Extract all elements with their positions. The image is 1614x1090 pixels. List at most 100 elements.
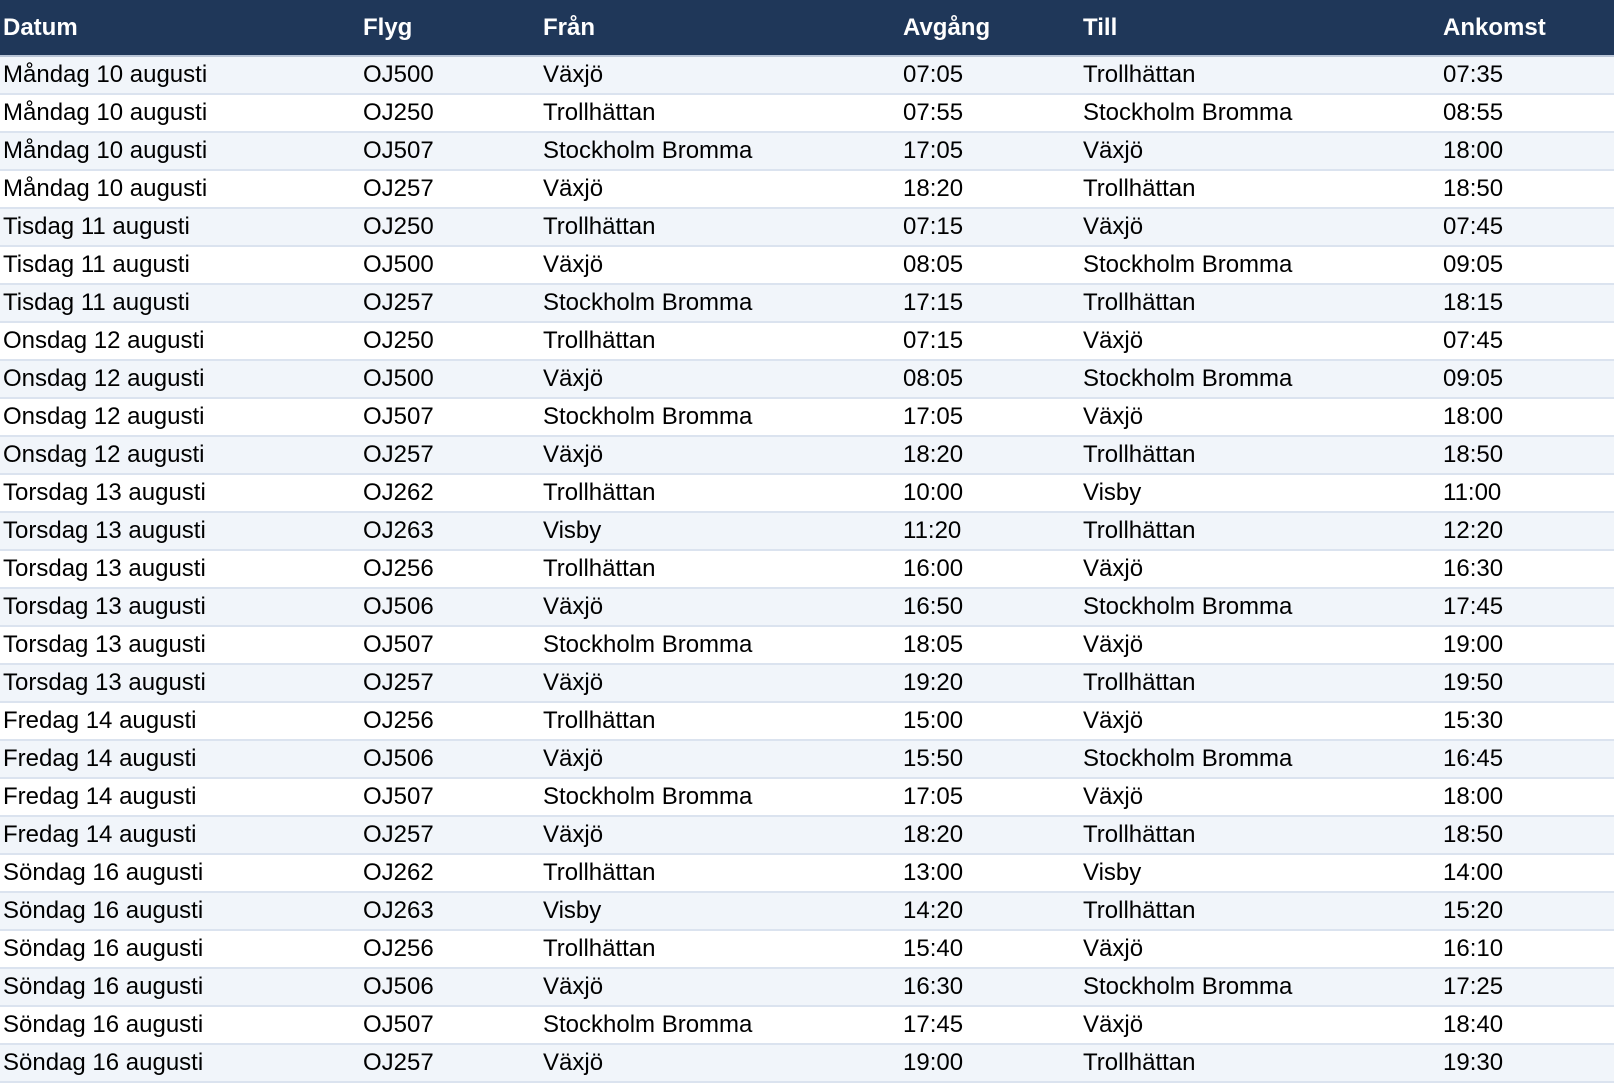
departure-time-cell[interactable]: 19:00	[900, 1044, 1080, 1083]
flight-number-cell[interactable]: OJ256	[360, 930, 540, 969]
table-row[interactable]: Söndag 16 augusti OJ507 Stockholm Bromma 17…	[0, 1006, 1614, 1045]
arrival-time-cell[interactable]: 17:45	[1440, 588, 1614, 627]
table-row[interactable]: Söndag 16 augusti OJ263 Visby 14:20 Trollhät…	[0, 892, 1614, 931]
departure-time-cell[interactable]: 17:05	[900, 398, 1080, 437]
arrival-time-cell[interactable]: 18:15	[1440, 284, 1614, 323]
date-cell[interactable]: Söndag 16 augusti	[0, 854, 360, 893]
table-row[interactable]: Torsdag 13 augusti OJ262 Trollhättan 10:00 V…	[0, 474, 1614, 513]
date-cell[interactable]: Fredag 14 augusti	[0, 816, 360, 855]
flight-number-cell[interactable]: OJ256	[360, 702, 540, 741]
date-cell[interactable]: Måndag 10 augusti	[0, 170, 360, 209]
departure-time-cell[interactable]: 08:05	[900, 360, 1080, 399]
flight-number-cell[interactable]: OJ257	[360, 816, 540, 855]
date-cell[interactable]: Torsdag 13 augusti	[0, 664, 360, 703]
arrival-time-cell[interactable]: 18:00	[1440, 132, 1614, 171]
destination-cell[interactable]: Visby	[1080, 474, 1440, 513]
destination-cell[interactable]: Växjö	[1080, 132, 1440, 171]
departure-time-cell[interactable]: 07:15	[900, 322, 1080, 361]
destination-cell[interactable]: Stockholm Bromma	[1080, 740, 1440, 779]
date-cell[interactable]: Måndag 10 augusti	[0, 132, 360, 171]
table-row[interactable]: Torsdag 13 augusti OJ256 Trollhättan 16:00 V…	[0, 550, 1614, 589]
departure-time-cell[interactable]: 07:55	[900, 94, 1080, 133]
date-cell[interactable]: Torsdag 13 augusti	[0, 588, 360, 627]
flight-number-cell[interactable]: OJ257	[360, 170, 540, 209]
origin-cell[interactable]: Växjö	[540, 360, 900, 399]
destination-cell[interactable]: Växjö	[1080, 208, 1440, 247]
flight-number-cell[interactable]: OJ506	[360, 740, 540, 779]
origin-cell[interactable]: Trollhättan	[540, 208, 900, 247]
departure-time-cell[interactable]: 18:20	[900, 436, 1080, 475]
destination-cell[interactable]: Visby	[1080, 854, 1440, 893]
origin-cell[interactable]: Visby	[540, 892, 900, 931]
date-cell[interactable]: Fredag 14 augusti	[0, 740, 360, 779]
departure-time-cell[interactable]: 13:00	[900, 854, 1080, 893]
flight-number-cell[interactable]: OJ507	[360, 1006, 540, 1045]
arrival-time-cell[interactable]: 08:55	[1440, 94, 1614, 133]
departure-time-cell[interactable]: 07:05	[900, 56, 1080, 95]
date-cell[interactable]: Måndag 10 augusti	[0, 94, 360, 133]
origin-cell[interactable]: Trollhättan	[540, 702, 900, 741]
origin-cell[interactable]: Stockholm Bromma	[540, 398, 900, 437]
table-row[interactable]: Tisdag 11 augusti OJ257 Stockholm Bromma 17…	[0, 284, 1614, 323]
date-cell[interactable]: Tisdag 11 augusti	[0, 284, 360, 323]
destination-cell[interactable]: Trollhättan	[1080, 1044, 1440, 1083]
table-row[interactable]: Onsdag 12 augusti OJ507 Stockholm Bromma 17…	[0, 398, 1614, 437]
flight-number-cell[interactable]: OJ507	[360, 778, 540, 817]
date-cell[interactable]: Torsdag 13 augusti	[0, 626, 360, 665]
destination-cell[interactable]: Växjö	[1080, 1006, 1440, 1045]
departure-time-cell[interactable]: 15:50	[900, 740, 1080, 779]
origin-cell[interactable]: Stockholm Bromma	[540, 284, 900, 323]
flight-number-cell[interactable]: OJ500	[360, 360, 540, 399]
origin-cell[interactable]: Växjö	[540, 968, 900, 1007]
table-row[interactable]: Onsdag 12 augusti OJ250 Trollhättan 07:15 Vä…	[0, 322, 1614, 361]
destination-cell[interactable]: Stockholm Bromma	[1080, 360, 1440, 399]
table-row[interactable]: Torsdag 13 augusti OJ506 Växjö 16:50 Stockho…	[0, 588, 1614, 627]
date-cell[interactable]: Torsdag 13 augusti	[0, 474, 360, 513]
departure-time-cell[interactable]: 17:05	[900, 132, 1080, 171]
table-row[interactable]: Söndag 16 augusti OJ257 Växjö 19:00 Trollhät…	[0, 1044, 1614, 1083]
departure-time-cell[interactable]: 19:20	[900, 664, 1080, 703]
arrival-time-cell[interactable]: 11:00	[1440, 474, 1614, 513]
origin-cell[interactable]: Visby	[540, 512, 900, 551]
departure-time-cell[interactable]: 16:30	[900, 968, 1080, 1007]
arrival-time-cell[interactable]: 16:10	[1440, 930, 1614, 969]
departure-time-cell[interactable]: 08:05	[900, 246, 1080, 285]
departure-time-cell[interactable]: 15:40	[900, 930, 1080, 969]
origin-cell[interactable]: Växjö	[540, 740, 900, 779]
arrival-time-cell[interactable]: 18:00	[1440, 398, 1614, 437]
column-header-flyg[interactable]: Flyg	[360, 0, 540, 57]
origin-cell[interactable]: Stockholm Bromma	[540, 626, 900, 665]
flight-number-cell[interactable]: OJ262	[360, 474, 540, 513]
flight-number-cell[interactable]: OJ256	[360, 550, 540, 589]
departure-time-cell[interactable]: 10:00	[900, 474, 1080, 513]
arrival-time-cell[interactable]: 16:30	[1440, 550, 1614, 589]
destination-cell[interactable]: Trollhättan	[1080, 892, 1440, 931]
origin-cell[interactable]: Trollhättan	[540, 930, 900, 969]
arrival-time-cell[interactable]: 16:45	[1440, 740, 1614, 779]
table-row[interactable]: Fredag 14 augusti OJ256 Trollhättan 15:00 Vä…	[0, 702, 1614, 741]
destination-cell[interactable]: Trollhättan	[1080, 284, 1440, 323]
flight-number-cell[interactable]: OJ500	[360, 246, 540, 285]
origin-cell[interactable]: Växjö	[540, 246, 900, 285]
departure-time-cell[interactable]: 18:20	[900, 816, 1080, 855]
table-row[interactable]: Fredag 14 augusti OJ507 Stockholm Bromma 17…	[0, 778, 1614, 817]
departure-time-cell[interactable]: 16:50	[900, 588, 1080, 627]
column-header-till[interactable]: Till	[1080, 0, 1440, 57]
origin-cell[interactable]: Trollhättan	[540, 322, 900, 361]
flight-number-cell[interactable]: OJ263	[360, 512, 540, 551]
flight-number-cell[interactable]: OJ507	[360, 626, 540, 665]
flight-number-cell[interactable]: OJ506	[360, 588, 540, 627]
destination-cell[interactable]: Växjö	[1080, 702, 1440, 741]
flight-number-cell[interactable]: OJ257	[360, 284, 540, 323]
destination-cell[interactable]: Trollhättan	[1080, 436, 1440, 475]
departure-time-cell[interactable]: 14:20	[900, 892, 1080, 931]
flight-number-cell[interactable]: OJ257	[360, 436, 540, 475]
arrival-time-cell[interactable]: 18:40	[1440, 1006, 1614, 1045]
origin-cell[interactable]: Stockholm Bromma	[540, 778, 900, 817]
column-header-ankomst[interactable]: Ankomst	[1440, 0, 1614, 57]
departure-time-cell[interactable]: 11:20	[900, 512, 1080, 551]
date-cell[interactable]: Måndag 10 augusti	[0, 56, 360, 95]
arrival-time-cell[interactable]: 15:20	[1440, 892, 1614, 931]
flight-number-cell[interactable]: OJ250	[360, 208, 540, 247]
table-row[interactable]: Söndag 16 augusti OJ262 Trollhättan 13:00 Vi…	[0, 854, 1614, 893]
